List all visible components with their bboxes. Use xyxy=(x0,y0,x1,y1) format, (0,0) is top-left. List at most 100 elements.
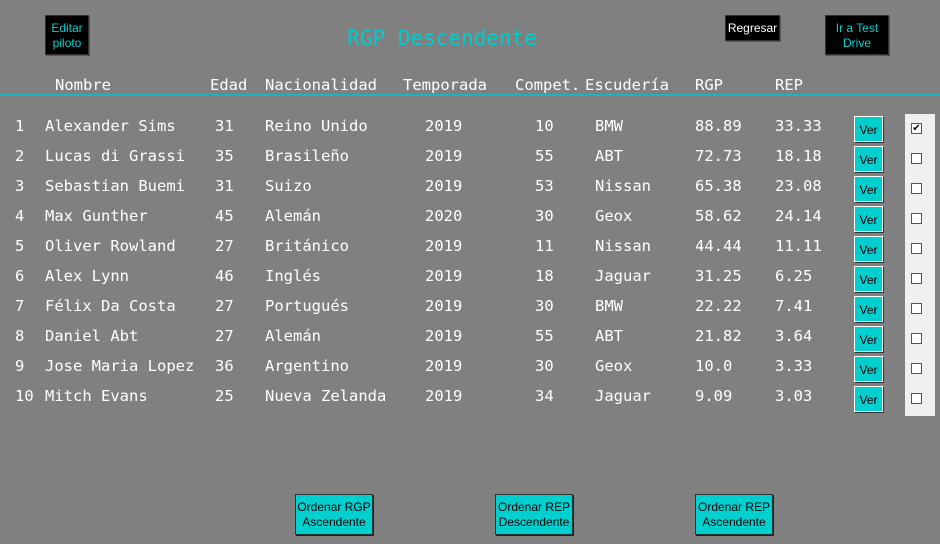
view-button[interactable]: Ver xyxy=(854,146,883,172)
row-number: 9 xyxy=(15,357,25,375)
pilot-age: 45 xyxy=(215,207,234,225)
row-checkbox[interactable] xyxy=(911,213,922,224)
pilot-age: 31 xyxy=(215,117,234,135)
row-checkbox[interactable] xyxy=(911,243,922,254)
header-divider xyxy=(0,94,940,96)
page-title: RGP Descendente xyxy=(347,26,537,50)
sort-rep-asc-button[interactable]: Ordenar REP Ascendente xyxy=(695,494,773,535)
view-button[interactable]: Ver xyxy=(854,176,883,202)
pilot-team: Jaguar xyxy=(595,267,651,285)
pilot-season: 2019 xyxy=(425,147,463,165)
header-competencias: Compet. xyxy=(515,76,581,94)
pilot-team: Jaguar xyxy=(595,387,651,405)
row-number: 1 xyxy=(15,117,25,135)
row-checkbox[interactable] xyxy=(911,153,922,164)
header-rgp: RGP xyxy=(695,76,723,94)
pilot-competitions: 18 xyxy=(535,267,554,285)
view-button[interactable]: Ver xyxy=(854,116,883,142)
pilot-rep: 33.33 xyxy=(775,117,822,135)
pilot-competitions: 30 xyxy=(535,297,554,315)
pilot-rep: 24.14 xyxy=(775,207,822,225)
row-checkbox[interactable] xyxy=(911,273,922,284)
pilot-team: ABT xyxy=(595,147,623,165)
view-button[interactable]: Ver xyxy=(854,326,883,352)
pilot-season: 2019 xyxy=(425,357,463,375)
pilot-rep: 18.18 xyxy=(775,147,822,165)
pilot-rgp: 88.89 xyxy=(695,117,742,135)
pilot-rep: 11.11 xyxy=(775,237,822,255)
pilot-nationality: Argentino xyxy=(265,357,349,375)
pilot-name: Oliver Rowland xyxy=(45,237,176,255)
pilot-rgp: 10.0 xyxy=(695,357,733,375)
sort-rgp-asc-button[interactable]: Ordenar RGP Ascendente xyxy=(295,494,373,535)
row-number: 2 xyxy=(15,147,25,165)
pilot-season: 2019 xyxy=(425,177,463,195)
view-button[interactable]: Ver xyxy=(854,206,883,232)
pilot-name: Félix Da Costa xyxy=(45,297,176,315)
pilot-rgp: 58.62 xyxy=(695,207,742,225)
view-button[interactable]: Ver xyxy=(854,236,883,262)
pilot-rep: 23.08 xyxy=(775,177,822,195)
pilot-rgp: 72.73 xyxy=(695,147,742,165)
pilot-age: 27 xyxy=(215,237,234,255)
row-number: 7 xyxy=(15,297,25,315)
pilot-competitions: 53 xyxy=(535,177,554,195)
pilot-rep: 3.03 xyxy=(775,387,813,405)
pilot-rgp: 31.25 xyxy=(695,267,742,285)
pilot-team: Nissan xyxy=(595,237,651,255)
pilot-competitions: 11 xyxy=(535,237,554,255)
pilot-team: BMW xyxy=(595,117,623,135)
view-button[interactable]: Ver xyxy=(854,386,883,412)
pilot-rgp: 44.44 xyxy=(695,237,742,255)
pilot-name: Sebastian Buemi xyxy=(45,177,185,195)
row-number: 4 xyxy=(15,207,25,225)
pilot-team: BMW xyxy=(595,297,623,315)
row-checkbox[interactable] xyxy=(911,303,922,314)
pilot-nationality: Suizo xyxy=(265,177,312,195)
pilot-nationality: Reino Unido xyxy=(265,117,368,135)
row-checkbox[interactable] xyxy=(911,393,922,404)
pilot-competitions: 34 xyxy=(535,387,554,405)
pilot-nationality: Nueva Zelanda xyxy=(265,387,387,405)
pilot-rep: 3.64 xyxy=(775,327,813,345)
pilot-nationality: Alemán xyxy=(265,327,321,345)
pilot-rgp: 65.38 xyxy=(695,177,742,195)
pilot-rep: 6.25 xyxy=(775,267,813,285)
view-button[interactable]: Ver xyxy=(854,356,883,382)
view-button[interactable]: Ver xyxy=(854,266,883,292)
pilot-nationality: Brasileño xyxy=(265,147,349,165)
pilot-season: 2019 xyxy=(425,387,463,405)
pilot-age: 27 xyxy=(215,327,234,345)
row-checkbox[interactable] xyxy=(911,363,922,374)
pilot-team: ABT xyxy=(595,327,623,345)
row-number: 6 xyxy=(15,267,25,285)
pilot-competitions: 30 xyxy=(535,207,554,225)
pilot-rgp: 9.09 xyxy=(695,387,733,405)
header-nacionalidad: Nacionalidad xyxy=(265,76,377,94)
header-temporada: Temporada xyxy=(403,76,487,94)
pilot-age: 27 xyxy=(215,297,234,315)
pilot-season: 2020 xyxy=(425,207,463,225)
pilot-rgp: 22.22 xyxy=(695,297,742,315)
pilot-age: 25 xyxy=(215,387,234,405)
header-escuderia: Escudería xyxy=(585,76,669,94)
row-number: 5 xyxy=(15,237,25,255)
pilot-nationality: Alemán xyxy=(265,207,321,225)
pilot-competitions: 55 xyxy=(535,327,554,345)
pilot-team: Nissan xyxy=(595,177,651,195)
pilot-rgp: 21.82 xyxy=(695,327,742,345)
row-number: 8 xyxy=(15,327,25,345)
row-checkbox[interactable] xyxy=(911,183,922,194)
pilot-name: Lucas di Grassi xyxy=(45,147,185,165)
sort-rep-desc-button[interactable]: Ordenar REP Descendente xyxy=(495,494,573,535)
pilot-team: Geox xyxy=(595,207,633,225)
header-rep: REP xyxy=(775,76,803,94)
row-checkbox[interactable]: ✔ xyxy=(911,123,922,134)
pilot-rep: 3.33 xyxy=(775,357,813,375)
pilot-nationality: Inglés xyxy=(265,267,321,285)
row-checkbox[interactable] xyxy=(911,333,922,344)
view-button[interactable]: Ver xyxy=(854,296,883,322)
pilot-competitions: 55 xyxy=(535,147,554,165)
row-number: 10 xyxy=(15,387,34,405)
pilot-rep: 7.41 xyxy=(775,297,813,315)
